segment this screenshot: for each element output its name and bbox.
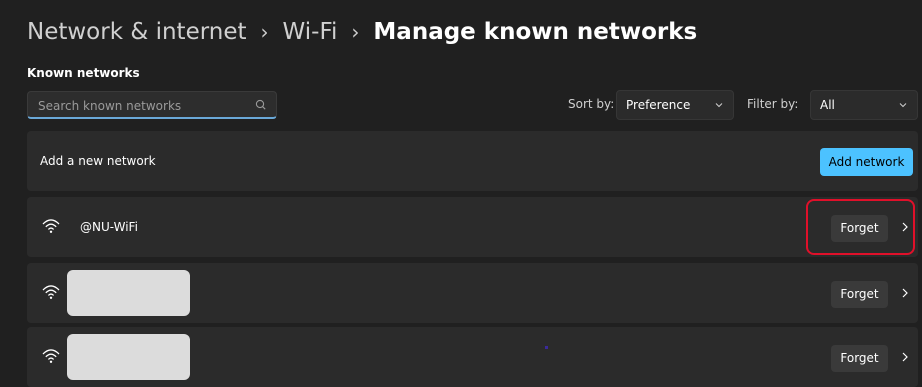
add-network-label: Add a new network <box>40 154 156 168</box>
chevron-right-icon[interactable] <box>900 351 910 363</box>
add-network-card: Add a new network Add network <box>27 131 918 191</box>
filter-label: Filter by: <box>747 97 799 111</box>
forget-button-highlight <box>806 199 915 255</box>
add-network-button[interactable]: Add network <box>820 148 913 176</box>
wifi-icon <box>42 219 60 233</box>
network-item[interactable]: Forget <box>27 263 918 323</box>
redacted-network-name <box>67 334 190 380</box>
breadcrumb-separator: › <box>260 20 269 44</box>
breadcrumb-wifi[interactable]: Wi-Fi <box>283 14 338 50</box>
search-box[interactable] <box>27 91 277 119</box>
breadcrumb-network-internet[interactable]: Network & internet <box>27 14 247 50</box>
breadcrumb: Network & internet › Wi-Fi › Manage know… <box>27 14 697 50</box>
search-input[interactable] <box>36 95 250 117</box>
cursor-dot <box>545 346 548 349</box>
search-icon[interactable] <box>254 98 268 112</box>
forget-button[interactable]: Forget <box>831 345 888 372</box>
sort-label: Sort by: <box>568 97 615 111</box>
chevron-down-icon <box>899 103 907 108</box>
page-title: Manage known networks <box>373 19 698 45</box>
filter-dropdown[interactable]: All <box>810 90 918 120</box>
sort-dropdown[interactable]: Preference <box>616 90 734 120</box>
network-item[interactable]: @NU-WiFi Forget <box>27 197 918 257</box>
network-item[interactable]: Forget <box>27 327 918 387</box>
forget-button[interactable]: Forget <box>831 281 888 308</box>
wifi-icon <box>42 349 60 363</box>
chevron-down-icon <box>715 103 723 108</box>
filter-value: All <box>820 98 835 112</box>
wifi-icon <box>42 285 60 299</box>
breadcrumb-separator: › <box>351 20 360 44</box>
redacted-network-name <box>67 270 190 316</box>
chevron-right-icon[interactable] <box>900 287 910 299</box>
known-networks-heading: Known networks <box>27 66 140 80</box>
sort-value: Preference <box>626 98 691 112</box>
network-name: @NU-WiFi <box>80 220 138 234</box>
